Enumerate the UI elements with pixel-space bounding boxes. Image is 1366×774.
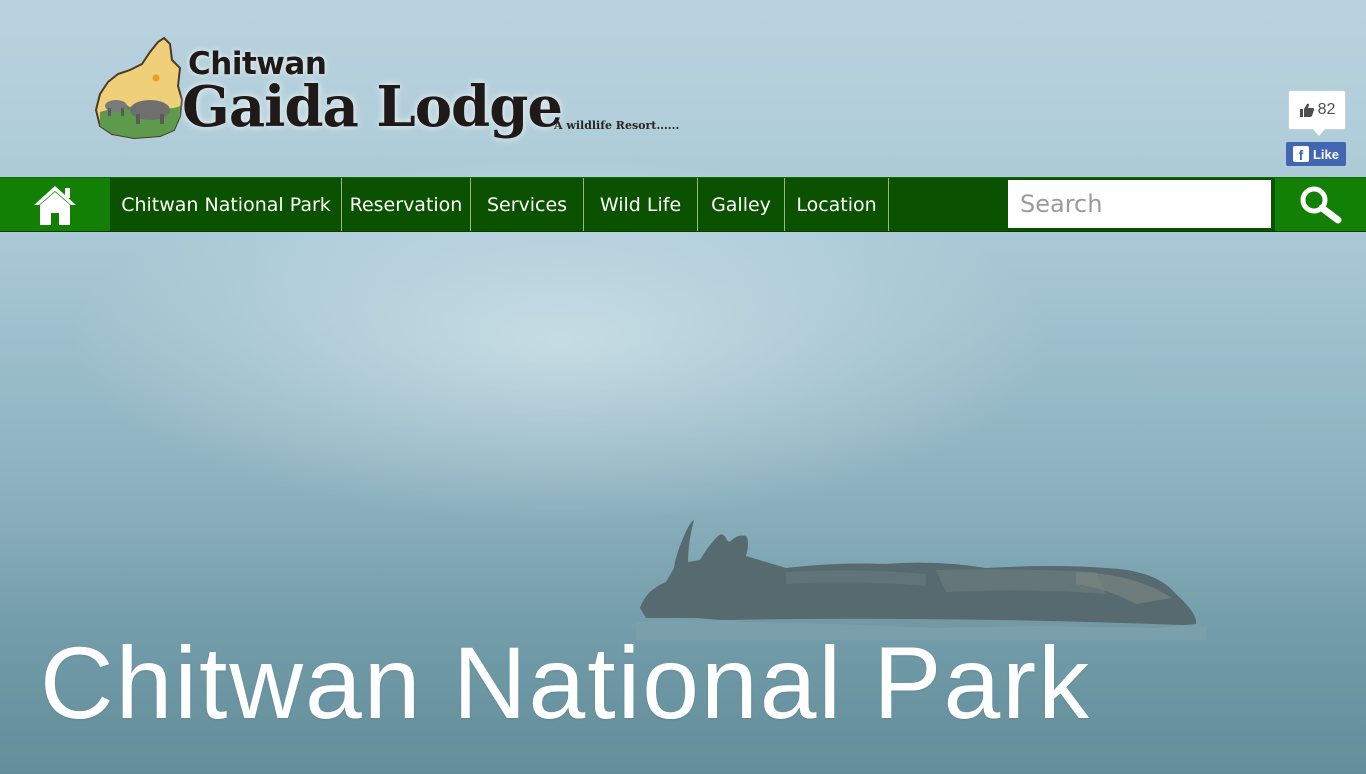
rhino-map-logo [94,36,184,140]
nav-item-location[interactable]: Location [785,178,889,231]
search-input[interactable] [1008,180,1271,228]
magnifier-icon [1300,186,1341,223]
facebook-like-button[interactable]: f Like [1286,142,1346,166]
thumbs-up-icon [1299,103,1314,117]
like-count-value: 82 [1317,101,1336,118]
rhino-image [636,520,1206,640]
nav-item-galley[interactable]: Galley [698,178,785,231]
nav-item-services[interactable]: Services [471,178,584,231]
facebook-like-count: 82 [1288,90,1346,136]
nav-item-reservation[interactable]: Reservation [342,178,471,231]
facebook-icon: f [1292,146,1309,162]
nav-item-chitwan-national-park[interactable]: Chitwan National Park [111,178,342,231]
search-button[interactable] [1275,178,1366,231]
logo-name-main: Gaida Lodge [182,74,563,140]
logo-tagline: A wildlife Resort...... [554,119,680,132]
home-button[interactable] [0,178,110,231]
home-icon [34,185,76,225]
facebook-like-label: Like [1312,146,1339,162]
hero-title: Chitwan National Park [40,626,1092,740]
site-logo[interactable]: Chitwan Gaida Lodge A wildlife Resort...… [94,34,694,144]
nav-item-wild-life[interactable]: Wild Life [584,178,698,231]
